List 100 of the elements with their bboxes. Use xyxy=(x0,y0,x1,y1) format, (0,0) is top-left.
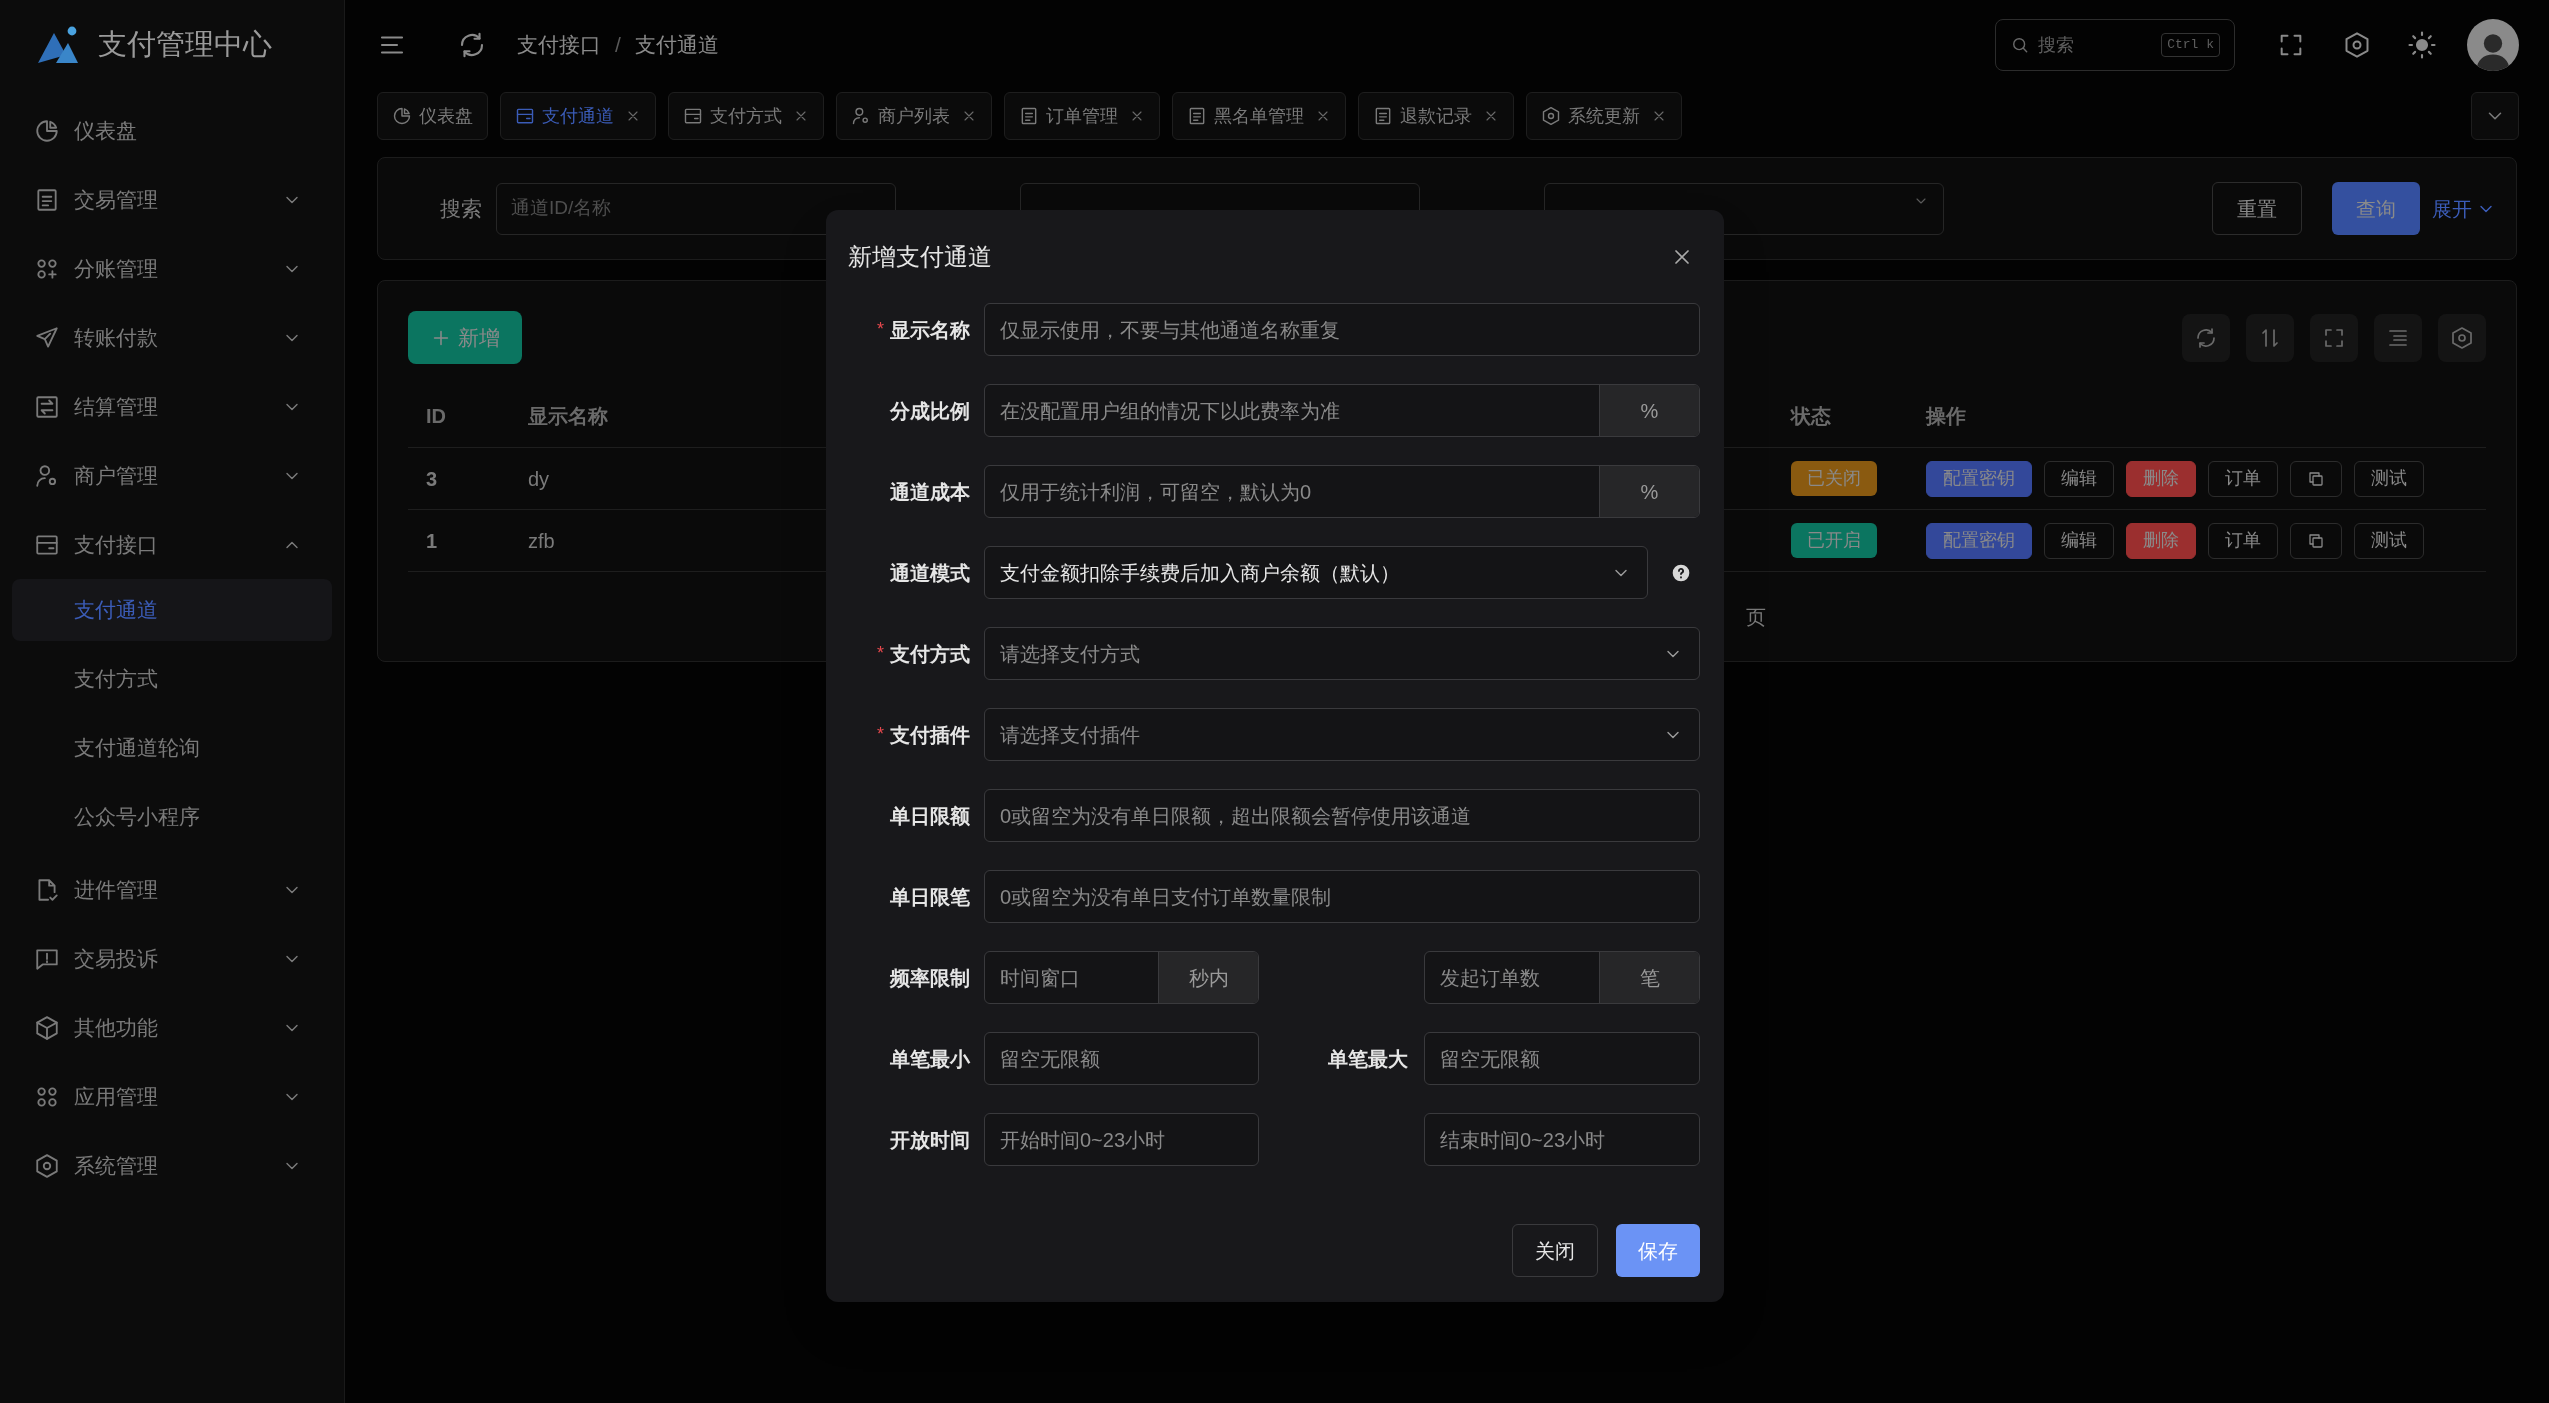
sidebar-item[interactable]: 转账付款 xyxy=(12,303,332,372)
pie-chart-icon xyxy=(392,106,412,126)
sidebar-item[interactable]: 其他功能 xyxy=(12,993,332,1062)
tab[interactable]: 支付通道 xyxy=(500,92,656,140)
close-button[interactable]: 关闭 xyxy=(1512,1224,1598,1277)
input-field[interactable]: 仅用于统计利润，可留空，默认为0 % xyxy=(984,465,1700,518)
input-suffix: 秒内 xyxy=(1158,952,1258,1003)
user-gear-icon xyxy=(851,106,871,126)
sidebar-subitem[interactable]: 公众号小程序 xyxy=(12,786,332,848)
select-field[interactable]: 支付金额扣除手续费后加入商户余额（默认） xyxy=(984,546,1648,599)
table-cell-text: 3 xyxy=(426,466,438,492)
status-badge: 已关闭 xyxy=(1791,461,1877,496)
sidebar-item[interactable]: 仪表盘 xyxy=(12,96,332,165)
pie-chart-icon xyxy=(34,117,60,144)
input-field[interactable]: 0或留空为没有单日限额，超出限额会暂停使用该通道 xyxy=(984,789,1700,842)
copy-icon xyxy=(2307,531,2325,550)
tab[interactable]: 黑名单管理 xyxy=(1172,92,1346,140)
action-button[interactable]: 编辑 xyxy=(2044,460,2114,497)
copy-button[interactable] xyxy=(2290,460,2342,497)
search-field[interactable]: 搜索 Ctrl k xyxy=(1995,19,2235,71)
table-cell-text: dy xyxy=(528,466,550,492)
select-field[interactable]: 请选择支付插件 xyxy=(984,708,1700,761)
tab[interactable]: 仪表盘 xyxy=(377,92,488,140)
tab[interactable]: 订单管理 xyxy=(1004,92,1160,140)
field-label: 显示名称 xyxy=(890,317,970,343)
required-mark: * xyxy=(877,723,884,746)
card-icon xyxy=(683,106,703,126)
document-icon xyxy=(1019,106,1039,126)
input-field[interactable]: 通道ID/名称 xyxy=(496,182,896,235)
breadcrumb-separator: / xyxy=(615,32,621,59)
filter-label: 搜索 xyxy=(440,195,482,222)
input-field[interactable]: 在没配置用户组的情况下以此费率为准 % xyxy=(984,384,1700,437)
action-button[interactable]: 订单 xyxy=(2208,460,2278,497)
field-label: 支付插件 xyxy=(890,722,970,748)
sidebar-item[interactable]: 进件管理 xyxy=(12,855,332,924)
sidebar-item[interactable]: 商户管理 xyxy=(12,441,332,510)
action-button[interactable]: 测试 xyxy=(2354,522,2424,559)
tab[interactable]: 退款记录 xyxy=(1358,92,1514,140)
toolbar-button[interactable] xyxy=(2246,313,2294,362)
field-label: 通道模式 xyxy=(890,560,970,586)
table-cell-text: 1 xyxy=(426,528,438,554)
field-label: 单笔最大 xyxy=(1328,1046,1408,1072)
help-icon[interactable] xyxy=(1671,562,1691,583)
action-button[interactable]: 测试 xyxy=(2354,460,2424,497)
tab[interactable]: 支付方式 xyxy=(668,92,824,140)
action-button[interactable]: 订单 xyxy=(2208,522,2278,559)
input-field[interactable]: 留空无限额 xyxy=(1424,1032,1700,1085)
sidebar-item[interactable]: 交易投诉 xyxy=(12,924,332,993)
input-field[interactable]: 时间窗口 秒内 xyxy=(984,951,1259,1004)
sidebar-item[interactable]: 支付接口 xyxy=(12,510,332,579)
column-header: ID xyxy=(426,403,446,429)
sidebar-item[interactable]: 系统管理 xyxy=(12,1131,332,1200)
tab[interactable]: 商户列表 xyxy=(836,92,992,140)
input-suffix: % xyxy=(1599,385,1699,436)
field-label: 单日限笔 xyxy=(890,884,970,910)
save-button[interactable]: 保存 xyxy=(1616,1224,1700,1277)
refresh-icon xyxy=(2194,325,2218,350)
input-field[interactable]: 0或留空为没有单日支付订单数量限制 xyxy=(984,870,1700,923)
required-mark: * xyxy=(877,318,884,341)
toolbar-button[interactable] xyxy=(2374,313,2422,362)
input-field[interactable]: 留空无限额 xyxy=(984,1032,1259,1085)
field-label: 分成比例 xyxy=(890,398,970,424)
sidebar-subitem[interactable]: 支付方式 xyxy=(12,648,332,710)
sidebar-subitem[interactable]: 支付通道轮询 xyxy=(12,717,332,779)
sidebar-item[interactable]: 结算管理 xyxy=(12,372,332,441)
input-field[interactable]: 结束时间0~23小时 xyxy=(1424,1113,1700,1166)
action-button[interactable]: 编辑 xyxy=(2044,522,2114,559)
field-label: 开放时间 xyxy=(890,1127,970,1153)
copy-button[interactable] xyxy=(2290,522,2342,559)
column-header: 操作 xyxy=(1926,403,1966,429)
expand-link[interactable]: 展开 xyxy=(2432,193,2496,224)
tab[interactable]: 系统更新 xyxy=(1526,92,1682,140)
sun-icon[interactable] xyxy=(2407,30,2437,60)
toolbar-button[interactable] xyxy=(2182,313,2230,362)
sidebar-item[interactable]: 分账管理 xyxy=(12,234,332,303)
reset-button[interactable]: 重置 xyxy=(2212,182,2302,235)
copy-icon xyxy=(2307,469,2325,488)
sidebar-item[interactable]: 交易管理 xyxy=(12,165,332,234)
action-button[interactable]: 配置密钥 xyxy=(1926,460,2032,497)
input-field[interactable]: 仅显示使用，不要与其他通道名称重复 xyxy=(984,303,1700,356)
required-mark: * xyxy=(877,642,884,665)
avatar[interactable] xyxy=(2467,19,2519,71)
toolbar-button[interactable] xyxy=(2438,313,2486,362)
settings-icon xyxy=(1541,106,1561,126)
table-cell-text: zfb xyxy=(528,528,555,554)
settings-icon[interactable] xyxy=(2343,31,2371,59)
input-field[interactable]: 发起订单数 笔 xyxy=(1424,951,1700,1004)
settings-icon xyxy=(34,1152,60,1179)
document-icon xyxy=(34,186,60,213)
toolbar-button[interactable] xyxy=(2310,313,2358,362)
breadcrumb-link[interactable]: 支付接口 xyxy=(517,29,601,61)
input-suffix: % xyxy=(1599,466,1699,517)
sidebar-subitem[interactable]: 支付通道 xyxy=(12,579,332,641)
input-field[interactable]: 开始时间0~23小时 xyxy=(984,1113,1259,1166)
cube-icon xyxy=(34,1014,60,1041)
field-label: 频率限制 xyxy=(890,965,970,991)
select-field[interactable]: 请选择支付方式 xyxy=(984,627,1700,680)
action-button[interactable]: 配置密钥 xyxy=(1926,522,2032,559)
field-label: 支付方式 xyxy=(890,641,970,667)
sidebar-item[interactable]: 应用管理 xyxy=(12,1062,332,1131)
